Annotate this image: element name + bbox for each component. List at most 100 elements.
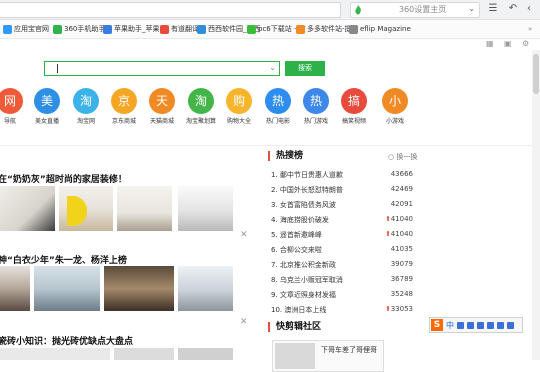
chevron-down-icon[interactable]: ⌄ — [468, 4, 475, 13]
punctuation-icon[interactable] — [457, 321, 464, 329]
hot-item[interactable]: 4. 海底捞股价破发 ⬆ 41040 — [271, 213, 413, 228]
news-image[interactable] — [0, 266, 30, 311]
bookmark-item[interactable]: 苹果助手_苹果手 — [103, 20, 167, 38]
news-image[interactable] — [178, 348, 233, 360]
site-box-text: 360设置主页 — [399, 5, 447, 14]
hot-item[interactable]: 3. 女首富陷债务风波 42091 — [271, 198, 413, 213]
hot-item[interactable]: 8. 乌克兰小贩冠军取消 36789 — [271, 273, 413, 288]
bookmark-label: 苹果助手_苹果手 — [114, 25, 167, 33]
news-image[interactable] — [178, 266, 233, 311]
news-image[interactable] — [114, 348, 174, 360]
hot-item-value: 36789 — [390, 275, 413, 283]
site-shortcut[interactable]: 购购物大全 — [222, 88, 256, 125]
rank-number: 5. — [271, 231, 278, 239]
site-label: 淘宝聚划算 — [185, 118, 216, 125]
skin-icon[interactable] — [497, 321, 504, 329]
site-shortcut[interactable]: 网导航 — [0, 88, 27, 125]
grid-icon[interactable]: ▦ — [486, 39, 494, 48]
search-button[interactable]: 搜索 — [285, 61, 325, 76]
site-label: 热门电影 — [265, 118, 290, 125]
site-shortcut[interactable]: 小小游戏 — [378, 88, 412, 125]
news-image[interactable] — [59, 186, 113, 231]
hot-item[interactable]: 9. 文章近照身材发福 35248 — [271, 288, 413, 303]
text-cursor — [57, 64, 58, 73]
hot-item[interactable]: 7. 北京推公积金新政 39079 — [271, 258, 413, 273]
bookmarks-bar: 应用宝官网 360手机助手 苹果助手_苹果手 有道翻译 西西软件园_西西 pc6… — [0, 20, 540, 39]
bookmark-item[interactable]: 有道翻译 — [160, 20, 199, 38]
swap-label: 换一换 — [396, 153, 418, 161]
rank-number: 3. — [271, 201, 278, 209]
news-image[interactable] — [0, 348, 110, 360]
site-shortcut[interactable]: 热热门游戏 — [299, 88, 333, 125]
hot-item-value: 39079 — [390, 260, 413, 268]
news-image[interactable] — [178, 186, 233, 231]
address-bar[interactable] — [0, 2, 341, 18]
search-input[interactable]: ⌄ — [44, 61, 280, 76]
hot-item[interactable]: 6. 合柳公交来啦 41035 — [271, 243, 413, 258]
decor-letter-d — [67, 196, 87, 226]
news-headline[interactable]: 神“白衣少年”朱一龙、杨洋上榜 — [0, 253, 127, 266]
site-icon: 热 — [265, 88, 291, 114]
hot-item-value: 41040 — [390, 215, 413, 223]
bookmark-item[interactable]: 360手机助手 — [53, 20, 105, 38]
mic-icon[interactable] — [477, 321, 484, 329]
site-shortcut[interactable]: 美美女直播 — [30, 88, 64, 125]
toolbox-icon[interactable] — [507, 321, 514, 329]
site-icon: 美 — [34, 88, 60, 114]
news-headline[interactable]: 瓷砖小知识：抛光砖优缺点大盘点 — [0, 334, 133, 347]
refresh-icon: ○ — [388, 153, 395, 161]
site-shortcut[interactable]: 淘淘宝网 — [69, 88, 103, 125]
back-icon[interactable]: ‹ — [523, 3, 535, 15]
browser-toolbar: 360设置主页 ⌄ ☰ ↶ ‹ — [0, 0, 540, 20]
undo-icon[interactable]: ↶ — [507, 3, 519, 15]
bookmark-label: 360手机助手 — [64, 25, 106, 33]
site-shortcut[interactable]: 热热门电影 — [261, 88, 295, 125]
site-icon: 搞 — [341, 88, 367, 114]
hot-item[interactable]: 2. 中国外长怒怼特朗普 42469 — [271, 183, 413, 198]
site-label: 搞笑视频 — [341, 118, 366, 125]
menu-icon[interactable]: ☰ — [487, 3, 499, 15]
more-bookmarks-icon[interactable]: » — [528, 20, 532, 38]
bookmark-icon — [3, 24, 12, 34]
chevron-down-icon[interactable]: ⌄ — [269, 63, 276, 72]
site-shortcut[interactable]: 京京东商城 — [107, 88, 141, 125]
hot-item-name: 合柳公交来啦 — [279, 246, 322, 254]
site-label: 热门游戏 — [303, 118, 328, 125]
hot-item[interactable]: 1. 鄱中节日贵惠人道歉 43666 — [271, 168, 413, 183]
bookmark-icon — [53, 24, 62, 34]
site-label: 购物大全 — [226, 118, 251, 125]
rank-number: 6. — [271, 246, 278, 254]
bookmark-icon — [103, 24, 112, 34]
hot-item-name: 遥首新邀峰峰 — [279, 231, 322, 239]
swap-button[interactable]: ○ 换一换 — [388, 152, 417, 162]
close-icon[interactable]: ✕ — [240, 230, 248, 240]
scrollbar-thumb[interactable] — [533, 54, 539, 94]
bookmark-icon — [296, 24, 305, 34]
skin-icon[interactable]: ▣ — [504, 39, 512, 48]
emoji-icon[interactable] — [467, 321, 474, 329]
site-shortcut[interactable]: 搞搞笑视频 — [337, 88, 371, 125]
bookmark-item[interactable]: 应用宝官网 — [3, 20, 49, 38]
bookmark-item[interactable]: eflip Magazine — [349, 20, 411, 38]
site-shortcut[interactable]: 天天猫商城 — [145, 88, 179, 125]
vertical-scrollbar[interactable] — [532, 50, 540, 360]
hot-item[interactable]: 5. 遥首新邀峰峰 ⬆ 41040 — [271, 228, 413, 243]
community-card[interactable]: 下哥车差了哥俚哥 — [272, 340, 384, 372]
news-image[interactable] — [0, 186, 55, 231]
close-icon[interactable]: ✕ — [240, 317, 248, 327]
ime-toolbar[interactable]: S 中 — [429, 317, 523, 333]
hot-item[interactable]: 10. 澳洲日本上线 ⬆ 33053 — [271, 303, 413, 318]
hot-item-value: 42091 — [390, 200, 413, 208]
news-image[interactable] — [104, 266, 174, 311]
news-image[interactable] — [34, 266, 100, 311]
keyboard-icon[interactable] — [487, 321, 494, 329]
news-image[interactable] — [117, 186, 172, 231]
ime-mode[interactable]: 中 — [446, 320, 454, 331]
site-label: 京东商城 — [111, 118, 136, 125]
site-search-box[interactable]: 360设置主页 ⌄ — [350, 2, 480, 18]
bookmark-icon — [197, 24, 206, 34]
news-headline[interactable]: 在“奶奶灰”超时尚的家居装修！ — [0, 172, 127, 185]
site-shortcut[interactable]: 淘淘宝聚划算 — [184, 88, 218, 125]
gear-icon[interactable]: ⚙ — [522, 39, 529, 48]
hot-item-value: 42469 — [390, 185, 413, 193]
